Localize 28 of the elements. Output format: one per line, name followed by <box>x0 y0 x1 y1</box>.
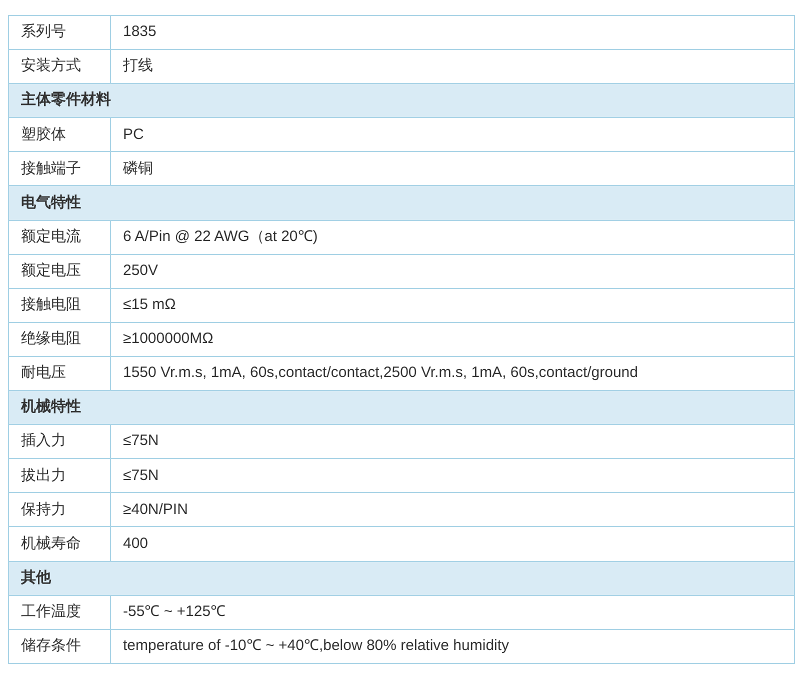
label-cell: 接触电阻 <box>8 288 110 322</box>
value-cell: 6 A/Pin @ 22 AWG（at 20℃) <box>110 220 794 254</box>
label-cell: 额定电压 <box>8 254 110 288</box>
value-cell: -55℃ ~ +125℃ <box>110 595 794 630</box>
section-heading: 主体零件材料 <box>8 84 794 118</box>
value-cell: ≥1000000MΩ <box>110 322 794 356</box>
value-cell: 400 <box>110 526 794 561</box>
section-heading: 机械特性 <box>8 390 794 425</box>
section-heading: 其他 <box>8 561 794 596</box>
value-cell: temperature of -10℃ ~ +40℃,below 80% relative humidity <box>110 629 794 664</box>
label-cell: 额定电流 <box>8 220 110 254</box>
value-cell: ≤15 mΩ <box>110 288 794 322</box>
label-cell: 机械寿命 <box>8 526 110 561</box>
label-cell: 绝缘电阻 <box>8 322 110 356</box>
label-cell: 工作温度 <box>8 595 110 630</box>
label-cell: 插入力 <box>8 424 110 459</box>
value-cell: 250V <box>110 254 794 288</box>
value-cell: ≤75N <box>110 424 794 459</box>
value-cell: ≤75N <box>110 458 794 493</box>
value-cell: ≥40N/PIN <box>110 492 794 527</box>
value-cell: 1835 <box>110 16 794 50</box>
label-cell: 保持力 <box>8 492 110 527</box>
section-heading: 电气特性 <box>8 186 794 220</box>
label-cell: 系列号 <box>8 16 110 50</box>
label-cell: 拔出力 <box>8 458 110 493</box>
label-cell: 塑胶体 <box>8 118 110 152</box>
value-cell: PC <box>110 118 794 152</box>
label-cell: 储存条件 <box>8 629 110 664</box>
